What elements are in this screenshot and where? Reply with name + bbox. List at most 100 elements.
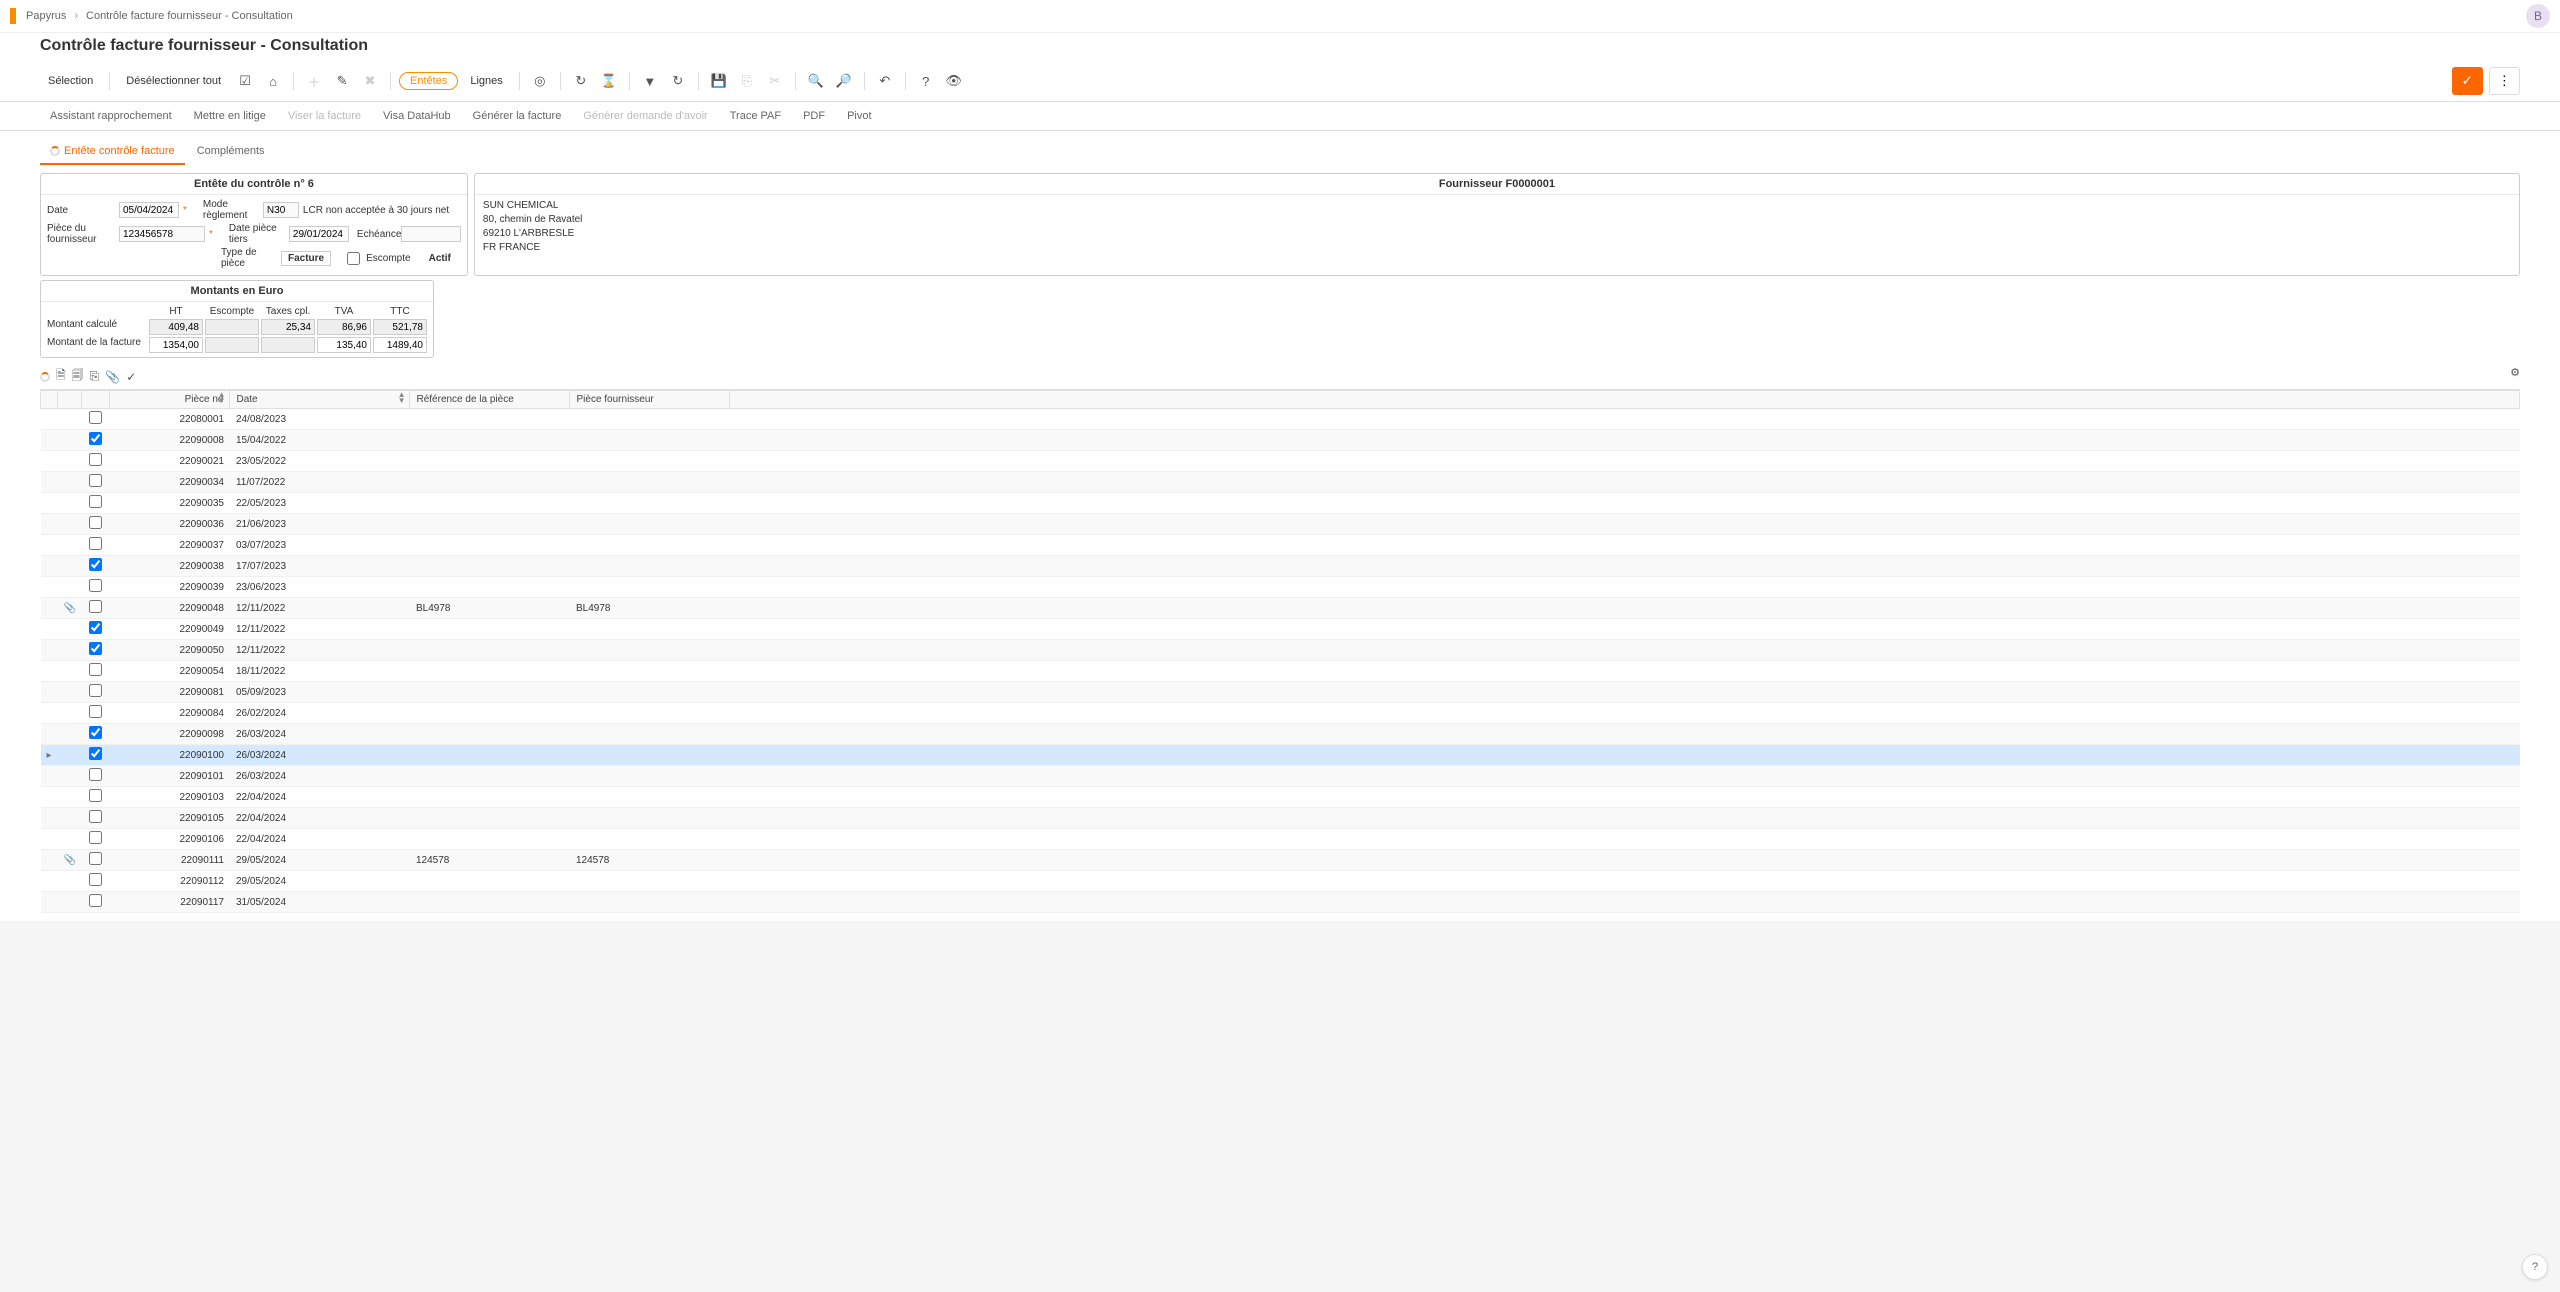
col-piece-fournisseur[interactable]: Pièce fournisseur xyxy=(570,391,730,409)
attachment-cell[interactable]: 📎 xyxy=(58,598,82,619)
table-row[interactable]: 2209003522/05/2023 xyxy=(41,493,2520,514)
target-icon[interactable]: ◎ xyxy=(528,69,552,93)
check-icon[interactable]: ✓ xyxy=(126,370,136,384)
filter-icon[interactable]: ▼ xyxy=(638,69,662,93)
help-icon[interactable]: ? xyxy=(914,69,938,93)
subtab-assistant[interactable]: Assistant rapprochement xyxy=(40,102,182,130)
hourglass-icon[interactable]: ⌛ xyxy=(597,69,621,93)
files-icon[interactable]: 🗐 xyxy=(72,366,84,387)
new-file-icon[interactable]: 🗎 xyxy=(56,366,66,387)
echeance-input[interactable] xyxy=(401,226,461,242)
table-row[interactable]: 2209009826/03/2024 xyxy=(41,724,2520,745)
row-checkbox[interactable] xyxy=(89,789,102,802)
lignes-toggle[interactable]: Lignes xyxy=(462,71,510,91)
edit-icon[interactable]: ✎ xyxy=(330,69,354,93)
gear-icon[interactable]: ⚙ xyxy=(2510,366,2520,379)
col-piece-no[interactable]: Pièce no▲▼ xyxy=(110,391,230,409)
table-row[interactable]: 2209011229/05/2024 xyxy=(41,871,2520,892)
tab-complements[interactable]: Compléments xyxy=(187,139,275,165)
table-row[interactable]: 2209010622/04/2024 xyxy=(41,829,2520,850)
row-checkbox[interactable] xyxy=(89,642,102,655)
table-row[interactable]: 2209003411/07/2022 xyxy=(41,472,2520,493)
attachment-cell[interactable]: 📎 xyxy=(58,850,82,871)
reload-icon[interactable]: ↻ xyxy=(666,69,690,93)
row-checkbox[interactable] xyxy=(89,537,102,550)
home-icon[interactable]: ⌂ xyxy=(261,69,285,93)
subtab-litige[interactable]: Mettre en litige xyxy=(184,102,276,130)
subtab-visa[interactable]: Visa DataHub xyxy=(373,102,461,130)
search-icon[interactable]: 🔍 xyxy=(804,69,828,93)
row-checkbox[interactable] xyxy=(89,516,102,529)
selection-button[interactable]: Sélection xyxy=(40,71,101,91)
fact-tva[interactable] xyxy=(317,337,371,353)
refresh-icon[interactable]: ↻ xyxy=(569,69,593,93)
piece-fournisseur-input[interactable] xyxy=(119,226,205,242)
date-input[interactable] xyxy=(119,202,179,218)
zoom-in-icon[interactable]: 🔎 xyxy=(832,69,856,93)
attachment-icon[interactable]: 📎 xyxy=(105,370,120,384)
row-checkbox[interactable] xyxy=(89,579,102,592)
row-checkbox[interactable] xyxy=(89,453,102,466)
row-checkbox[interactable] xyxy=(89,600,102,613)
binoculars-icon[interactable]: 👁 xyxy=(942,69,966,93)
row-checkbox[interactable] xyxy=(89,621,102,634)
table-row[interactable]: 2209002123/05/2022 xyxy=(41,451,2520,472)
row-checkbox[interactable] xyxy=(89,810,102,823)
more-button[interactable]: ⋮ xyxy=(2489,67,2520,95)
date-piece-tiers-input[interactable] xyxy=(289,226,349,242)
checkbox-icon[interactable]: ☑ xyxy=(233,69,257,93)
table-row[interactable]: ▸2209010026/03/2024 xyxy=(41,745,2520,766)
table-row[interactable]: 2209000815/04/2022 xyxy=(41,430,2520,451)
table-row[interactable]: 2209011731/05/2024 xyxy=(41,892,2520,913)
row-checkbox[interactable] xyxy=(89,831,102,844)
help-floating-button[interactable]: ? xyxy=(2522,1254,2548,1280)
breadcrumb-root[interactable]: Papyrus xyxy=(26,10,66,22)
row-checkbox[interactable] xyxy=(89,411,102,424)
table-row[interactable]: 2209010126/03/2024 xyxy=(41,766,2520,787)
table-row[interactable]: 📎2209011129/05/2024124578124578 xyxy=(41,850,2520,871)
row-checkbox[interactable] xyxy=(89,495,102,508)
mode-reglement-input[interactable] xyxy=(263,202,299,218)
type-piece-value[interactable]: Facture xyxy=(281,251,331,266)
table-row[interactable]: 2209008426/02/2024 xyxy=(41,703,2520,724)
row-checkbox[interactable] xyxy=(89,852,102,865)
row-checkbox[interactable] xyxy=(89,894,102,907)
table-row[interactable]: 2209010522/04/2024 xyxy=(41,808,2520,829)
fact-ttc[interactable] xyxy=(373,337,427,353)
table-row[interactable]: 2209003817/07/2023 xyxy=(41,556,2520,577)
row-checkbox[interactable] xyxy=(89,726,102,739)
avatar[interactable]: B xyxy=(2526,4,2550,28)
row-checkbox[interactable] xyxy=(89,663,102,676)
row-checkbox[interactable] xyxy=(89,873,102,886)
subtab-trace[interactable]: Trace PAF xyxy=(720,102,791,130)
row-checkbox[interactable] xyxy=(89,747,102,760)
row-checkbox[interactable] xyxy=(89,768,102,781)
col-ref-piece[interactable]: Référence de la pièce xyxy=(410,391,570,409)
confirm-button[interactable]: ✓ xyxy=(2452,67,2483,95)
table-row[interactable]: 2209010322/04/2024 xyxy=(41,787,2520,808)
tab-entete[interactable]: Entête contrôle facture xyxy=(40,139,185,165)
subtab-gen-facture[interactable]: Générer la facture xyxy=(463,102,572,130)
entetes-toggle[interactable]: Entêtes xyxy=(399,72,458,90)
table-row[interactable]: 2209003923/06/2023 xyxy=(41,577,2520,598)
fact-ht[interactable] xyxy=(149,337,203,353)
row-checkbox[interactable] xyxy=(89,474,102,487)
table-row[interactable]: 2209008105/09/2023 xyxy=(41,682,2520,703)
table-row[interactable]: 2209003621/06/2023 xyxy=(41,514,2520,535)
row-checkbox[interactable] xyxy=(89,684,102,697)
subtab-pdf[interactable]: PDF xyxy=(793,102,835,130)
table-row[interactable]: 2209005012/11/2022 xyxy=(41,640,2520,661)
row-checkbox[interactable] xyxy=(89,705,102,718)
table-row[interactable]: 2208000124/08/2023 xyxy=(41,409,2520,430)
table-row[interactable]: 2209005418/11/2022 xyxy=(41,661,2520,682)
undo-icon[interactable]: ↶ xyxy=(873,69,897,93)
table-row[interactable]: 2209003703/07/2023 xyxy=(41,535,2520,556)
subtab-pivot[interactable]: Pivot xyxy=(837,102,881,130)
copy-icon[interactable]: ⎘ xyxy=(90,369,100,384)
escompte-checkbox[interactable] xyxy=(347,252,360,265)
table-row[interactable]: 2209004912/11/2022 xyxy=(41,619,2520,640)
col-date[interactable]: Date▲▼ xyxy=(230,391,410,409)
table-row[interactable]: 📎2209004812/11/2022BL4978BL4978 xyxy=(41,598,2520,619)
deselect-all-button[interactable]: Désélectionner tout xyxy=(118,71,229,91)
row-checkbox[interactable] xyxy=(89,432,102,445)
